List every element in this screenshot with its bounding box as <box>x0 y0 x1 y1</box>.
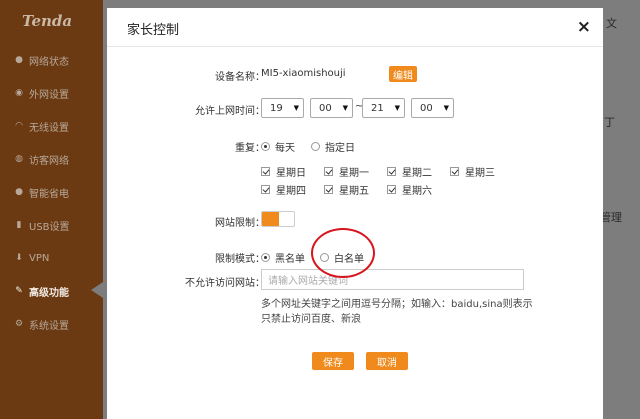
sidebar-item-vpn[interactable]: ⬇ VPN <box>14 248 49 268</box>
web-limit-label: 网站限制： <box>215 218 265 229</box>
wifi-icon: ◠ <box>15 121 23 131</box>
sidebar-item-advanced[interactable]: ✎ 高级功能 <box>14 281 69 301</box>
day-checkbox-monday[interactable]: 星期一 <box>324 164 369 179</box>
wrench-icon: ✎ <box>15 286 23 296</box>
checkbox-label: 星期四 <box>276 186 306 197</box>
sidebar-item-label: USB设置 <box>29 221 70 233</box>
bulb-icon: ● <box>15 187 23 197</box>
close-icon[interactable]: × <box>577 17 591 37</box>
toggle-on-indicator <box>262 212 279 226</box>
vpn-icon: ⬇ <box>15 253 23 263</box>
checkbox-checked-icon <box>261 167 270 176</box>
day-checkbox-thursday[interactable]: 星期四 <box>261 182 306 197</box>
checkbox-label: 星期六 <box>402 186 432 197</box>
checkbox-checked-icon <box>387 185 396 194</box>
radio-unchecked-icon <box>320 253 329 262</box>
sidebar-item-usb[interactable]: ▮ USB设置 <box>14 215 70 235</box>
radio-label: 指定日 <box>325 143 355 154</box>
usb-icon: ▮ <box>16 220 22 230</box>
sidebar-item-label: 高级功能 <box>29 287 69 299</box>
checkbox-label: 星期二 <box>402 168 432 179</box>
sidebar-item-power-saving[interactable]: ● 智能省电 <box>14 182 69 202</box>
device-name-value: MI5-xiaomishouji <box>261 68 346 79</box>
whitelist-radio[interactable]: 白名单 <box>320 250 364 265</box>
checkbox-label: 星期三 <box>465 168 495 179</box>
parental-control-dialog: 家长控制 × 设备名称： MI5-xiaomishouji 编辑 允许上网时间：… <box>107 8 603 419</box>
sidebar-item-label: 网络状态 <box>29 56 69 68</box>
sidebar-item-label: 系统设置 <box>29 320 69 332</box>
radio-label: 每天 <box>275 143 295 154</box>
repeat-specific-day-radio[interactable]: 指定日 <box>311 139 355 154</box>
sidebar-item-system[interactable]: ⚙ 系统设置 <box>14 314 69 334</box>
checkbox-label: 星期五 <box>339 186 369 197</box>
checkbox-checked-icon <box>261 185 270 194</box>
cancel-button[interactable]: 取消 <box>366 352 408 370</box>
sidebar: Tenda ● 网络状态 ◉ 外网设置 ◠ 无线设置 ◍ 访客网络 ● 智能省电 ▮ USB… <box>0 0 103 419</box>
background-text: 丁 <box>604 116 615 129</box>
blocked-sites-input[interactable]: 请输入网站关键词 <box>261 269 524 290</box>
checkbox-checked-icon <box>450 167 459 176</box>
dialog-title: 家长控制 <box>127 23 180 38</box>
select-value: 00 <box>420 102 433 114</box>
blacklist-radio[interactable]: 黑名单 <box>261 250 305 265</box>
divider <box>107 46 603 47</box>
save-button[interactable]: 保存 <box>312 352 354 370</box>
sidebar-item-label: 无线设置 <box>29 122 69 134</box>
globe-icon: ◉ <box>15 88 23 98</box>
end-hour-select[interactable]: 21 ▼ <box>362 98 405 118</box>
web-limit-toggle[interactable] <box>261 211 295 227</box>
caret-down-icon: ▼ <box>394 104 400 112</box>
day-checkbox-wednesday[interactable]: 星期三 <box>450 164 495 179</box>
caret-down-icon: ▼ <box>293 104 299 112</box>
sidebar-item-label: 外网设置 <box>29 89 69 101</box>
day-checkbox-saturday[interactable]: 星期六 <box>387 182 432 197</box>
radio-checked-icon <box>261 253 270 262</box>
day-checkbox-friday[interactable]: 星期五 <box>324 182 369 197</box>
tenda-logo: Tenda <box>22 12 73 30</box>
edit-button[interactable]: 编辑 <box>389 66 417 82</box>
active-nav-pointer <box>91 282 103 298</box>
person-icon: ● <box>15 55 23 65</box>
radio-checked-icon <box>261 142 270 151</box>
background-text: 管理 <box>600 211 622 224</box>
guest-icon: ◍ <box>15 154 23 164</box>
end-minute-select[interactable]: 00 ▼ <box>411 98 454 118</box>
repeat-every-day-radio[interactable]: 每天 <box>261 139 295 154</box>
sidebar-item-label: 访客网络 <box>29 155 69 167</box>
select-value: 00 <box>319 102 332 114</box>
caret-down-icon: ▼ <box>443 104 449 112</box>
sidebar-item-wan[interactable]: ◉ 外网设置 <box>14 83 69 103</box>
allowed-time-label: 允许上网时间： <box>195 106 265 117</box>
blocked-sites-hint: 多个网址关键字之间用逗号分隔；如输入：baidu,sina则表示只禁止访问百度、… <box>261 299 533 325</box>
limit-mode-label: 限制模式： <box>215 254 265 265</box>
day-checkbox-tuesday[interactable]: 星期二 <box>387 164 432 179</box>
select-value: 19 <box>270 102 283 114</box>
sidebar-item-network-status[interactable]: ● 网络状态 <box>14 50 69 70</box>
sidebar-item-guest[interactable]: ◍ 访客网络 <box>14 149 69 169</box>
caret-down-icon: ▼ <box>342 104 348 112</box>
checkbox-checked-icon <box>387 167 396 176</box>
radio-label: 白名单 <box>334 254 364 265</box>
checkbox-checked-icon <box>324 185 333 194</box>
radio-label: 黑名单 <box>275 254 305 265</box>
checkbox-label: 星期日 <box>276 168 306 179</box>
day-checkbox-sunday[interactable]: 星期日 <box>261 164 306 179</box>
checkbox-checked-icon <box>324 167 333 176</box>
blocked-sites-label: 不允许访问网站： <box>185 278 265 289</box>
sidebar-item-wireless[interactable]: ◠ 无线设置 <box>14 116 69 136</box>
gear-icon: ⚙ <box>14 319 24 329</box>
start-hour-select[interactable]: 19 ▼ <box>261 98 304 118</box>
sidebar-item-label: VPN <box>29 252 50 264</box>
language-text: 文 <box>606 17 617 30</box>
start-minute-select[interactable]: 00 ▼ <box>310 98 353 118</box>
sidebar-item-label: 智能省电 <box>29 188 69 200</box>
checkbox-label: 星期一 <box>339 168 369 179</box>
select-value: 21 <box>371 102 384 114</box>
device-name-label: 设备名称： <box>215 72 265 83</box>
radio-unchecked-icon <box>311 142 320 151</box>
